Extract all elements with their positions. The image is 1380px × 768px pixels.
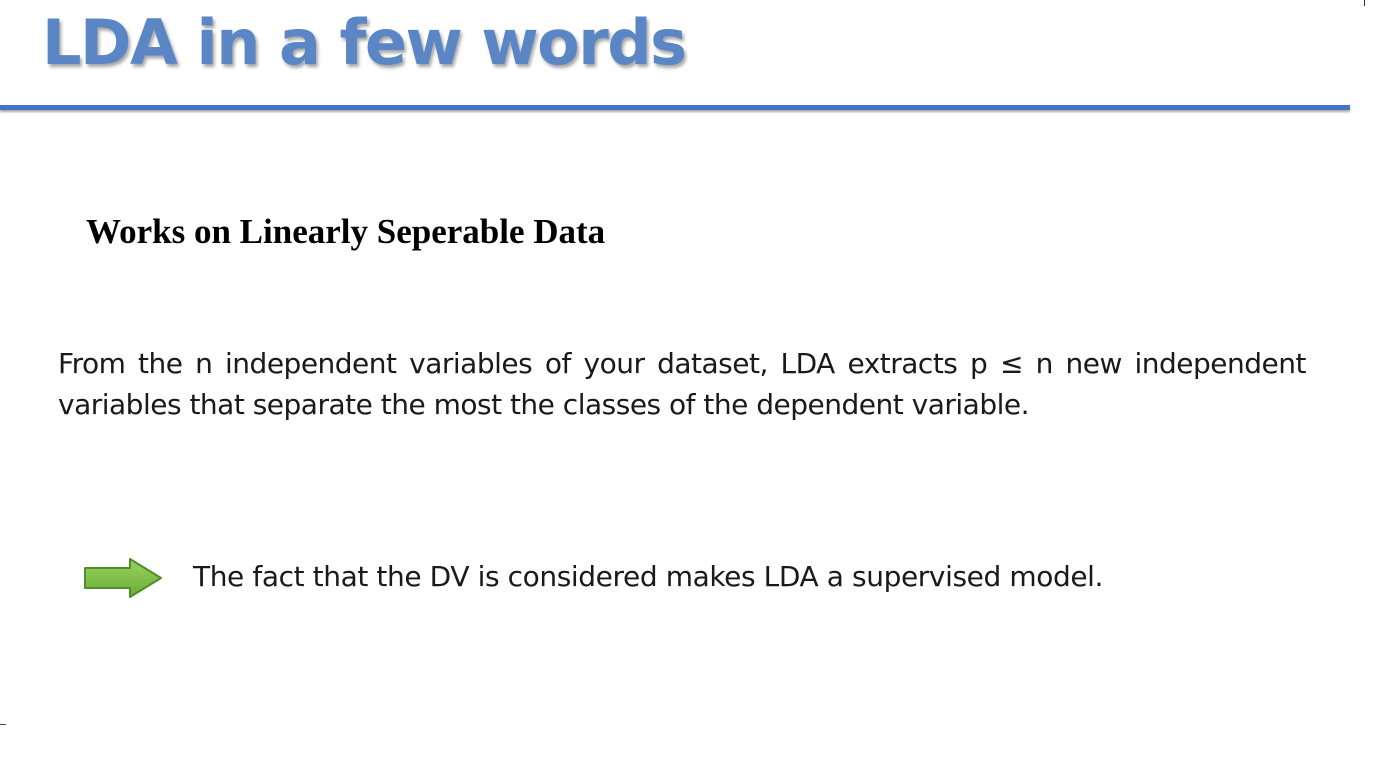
body-paragraph: From the n independent variables of your… xyxy=(58,347,1307,421)
title-divider xyxy=(0,105,1350,110)
corner-tick-mark xyxy=(1364,0,1365,6)
right-arrow-icon xyxy=(84,558,162,598)
edge-tick-mark xyxy=(0,724,6,725)
right-arrow-shape xyxy=(84,558,162,598)
conclusion-text: The fact that the DV is considered makes… xyxy=(193,560,1104,593)
slide-title: LDA in a few words xyxy=(42,6,687,79)
subheading: Works on Linearly Seperable Data xyxy=(86,212,606,251)
